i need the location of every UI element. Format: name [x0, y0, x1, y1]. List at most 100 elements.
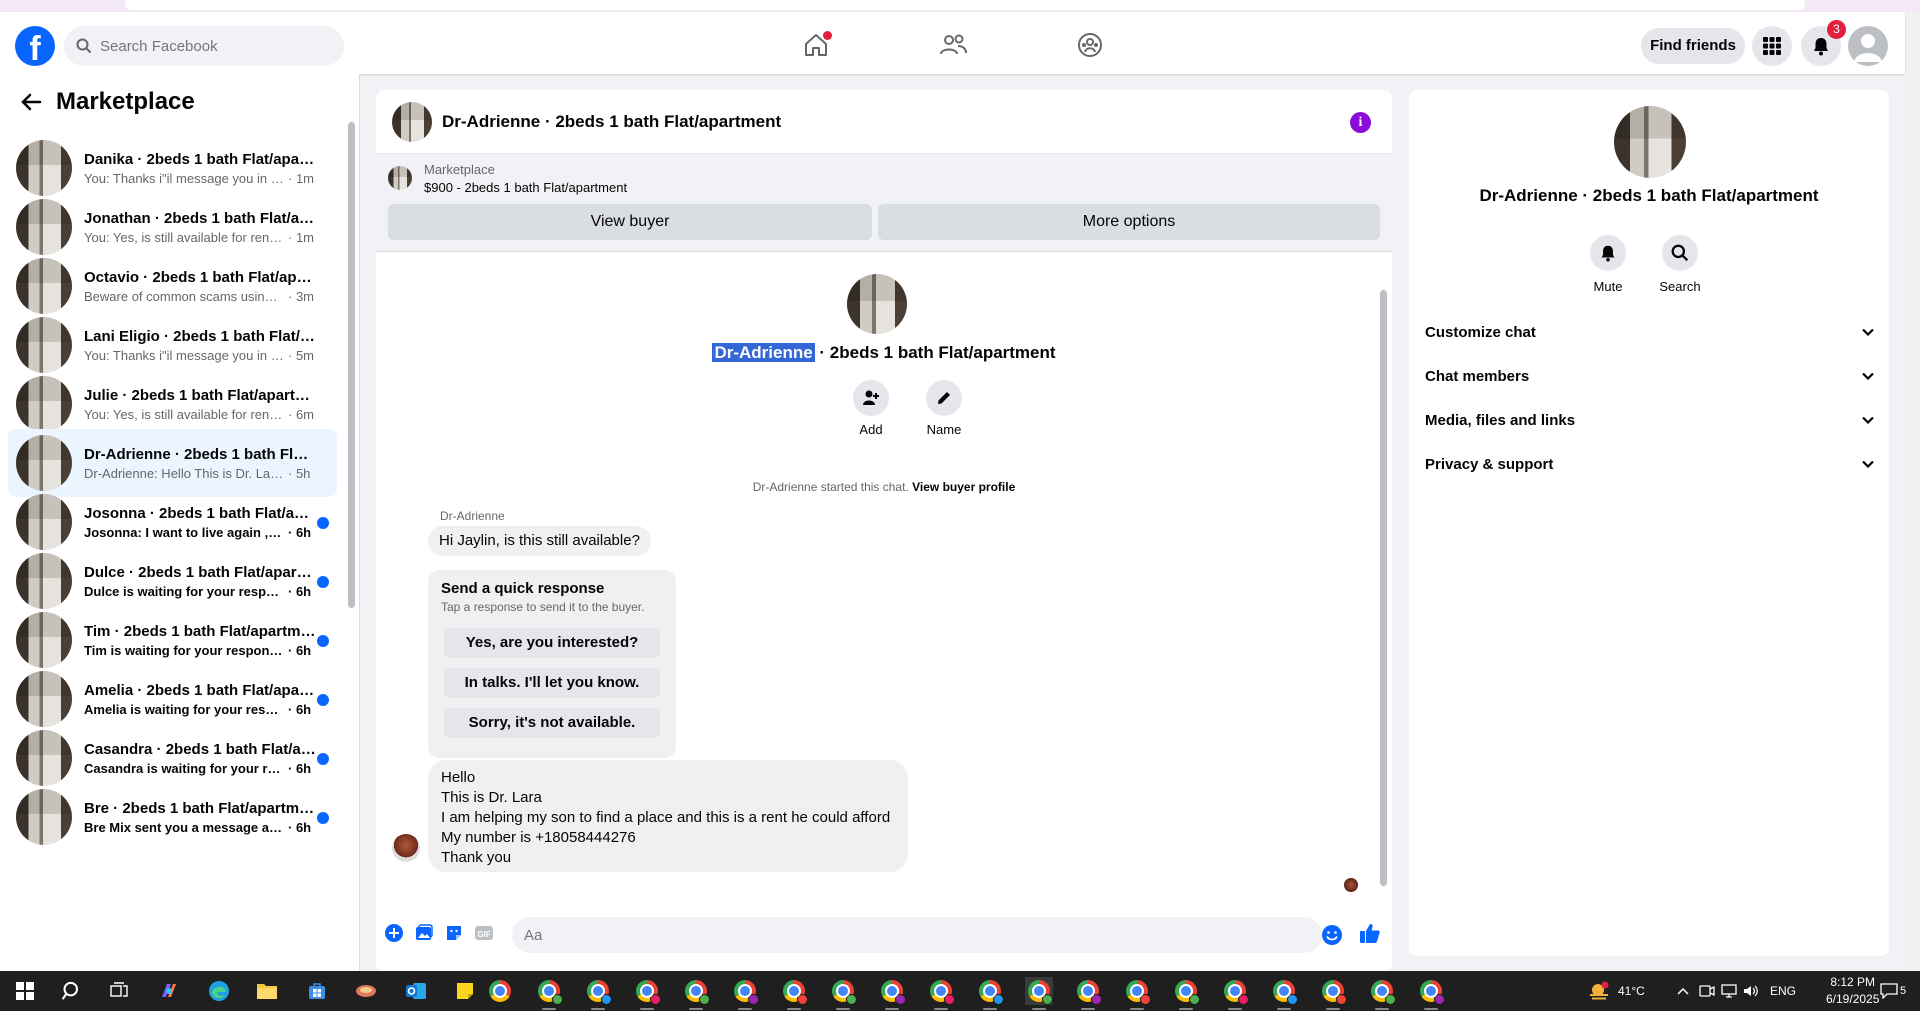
search-box[interactable]: [64, 26, 344, 66]
copilot-icon[interactable]: [155, 977, 183, 1005]
system-tray[interactable]: [1676, 971, 1759, 1011]
chrome-window-icon[interactable]: [780, 977, 808, 1005]
chrome-window-icon[interactable]: [535, 977, 563, 1005]
emoji-icon[interactable]: [1321, 924, 1343, 946]
message-bubble[interactable]: Hello This is Dr. Lara I am helping my s…: [428, 760, 908, 872]
sidebar-scrollbar[interactable]: [348, 122, 355, 608]
chat-thumbnail[interactable]: [392, 101, 432, 142]
mute-button[interactable]: Mute: [1573, 235, 1643, 294]
chrome-window-icon[interactable]: [731, 977, 759, 1005]
chrome-window-icon[interactable]: [1172, 977, 1200, 1005]
info-icon[interactable]: i: [1350, 112, 1371, 133]
back-arrow-icon[interactable]: [20, 91, 42, 113]
chrome-window-icon[interactable]: [829, 977, 857, 1005]
chrome-window-icon[interactable]: [682, 977, 710, 1005]
conversation-item[interactable]: Jonathan · 2beds 1 bath Flat/apartment Yo…: [8, 193, 337, 261]
outlook-icon[interactable]: [402, 977, 430, 1005]
file-explorer-icon[interactable]: [253, 977, 281, 1005]
search-input[interactable]: [100, 37, 320, 55]
search-in-chat-button[interactable]: Search: [1645, 235, 1715, 294]
conversation-item[interactable]: Danika · 2beds 1 bath Flat/apartment You:…: [8, 134, 337, 202]
weather-widget[interactable]: 41°C: [1588, 971, 1645, 1011]
conversation-time: · 6h: [288, 819, 312, 835]
chrome-window-icon[interactable]: [878, 977, 906, 1005]
view-buyer-button[interactable]: View buyer: [388, 204, 872, 240]
like-icon[interactable]: [1359, 922, 1381, 944]
address-bar[interactable]: [125, 0, 1805, 10]
taskbar-search-icon[interactable]: [58, 977, 86, 1005]
windows-start-icon[interactable]: [11, 977, 39, 1005]
microsoft-store-icon[interactable]: [303, 977, 331, 1005]
chrome-window-icon[interactable]: [1319, 977, 1347, 1005]
chrome-window-icon[interactable]: [1270, 977, 1298, 1005]
edge-icon[interactable]: [205, 977, 233, 1005]
chat-title[interactable]: Dr-Adrienne · 2beds 1 bath Flat/apartmen…: [442, 112, 781, 132]
conversation-item[interactable]: Tim · 2beds 1 bath Flat/apartment Tim is …: [8, 606, 337, 674]
seen-indicator-avatar: [1344, 878, 1358, 892]
open-window-indicator: [738, 1008, 752, 1010]
app-icon[interactable]: [352, 977, 380, 1005]
unread-dot: [317, 517, 329, 529]
chrome-window-icon[interactable]: [927, 977, 955, 1005]
conversation-item[interactable]: Bre · 2beds 1 bath Flat/apartment Bre Mix…: [8, 783, 337, 851]
friends-icon[interactable]: [938, 30, 968, 60]
task-view-icon[interactable]: [105, 977, 133, 1005]
page-scrollbar[interactable]: [1906, 12, 1920, 971]
chrome-window-icon[interactable]: [1417, 977, 1445, 1005]
message-input-box[interactable]: [512, 917, 1322, 953]
privacy-support-section[interactable]: Privacy & support: [1425, 446, 1875, 482]
conversation-time: · 6h: [288, 642, 312, 658]
conversation-item[interactable]: Amelia · 2beds 1 bath Flat/apartment Amel…: [8, 665, 337, 733]
name-chat-button[interactable]: Name: [914, 380, 974, 437]
open-window-indicator: [1228, 1008, 1242, 1010]
chrome-window-icon[interactable]: [1123, 977, 1151, 1005]
chrome-window-icon[interactable]: [1074, 977, 1102, 1005]
find-friends-button[interactable]: Find friends: [1641, 28, 1745, 64]
groups-icon[interactable]: [1075, 30, 1105, 60]
conversation-thumbnail: [16, 376, 72, 432]
message-input[interactable]: [524, 926, 1244, 944]
details-photo[interactable]: [1614, 106, 1686, 178]
conversation-item[interactable]: Casandra · 2beds 1 bath Flat/apartment Ca…: [8, 724, 337, 792]
chrome-window-icon[interactable]: [1025, 977, 1053, 1005]
taskbar-clock[interactable]: 8:12 PM 6/19/2025: [1826, 974, 1879, 1008]
conversation-item[interactable]: Lani Eligio · 2beds 1 bath Flat/apartmen…: [8, 311, 337, 379]
sender-avatar[interactable]: [392, 834, 420, 862]
conversation-item[interactable]: Josonna · 2beds 1 bath Flat/apartment Jos…: [8, 488, 337, 556]
input-language[interactable]: ENG: [1770, 971, 1796, 1011]
chrome-window-icon[interactable]: [584, 977, 612, 1005]
sticky-notes-icon[interactable]: [451, 977, 479, 1005]
quick-response-option[interactable]: Yes, are you interested?: [444, 628, 660, 658]
facebook-logo[interactable]: f: [15, 26, 55, 66]
conversation-time: · 1m: [288, 170, 314, 186]
notification-center[interactable]: 5: [1880, 971, 1906, 1011]
account-avatar[interactable]: [1848, 26, 1888, 66]
conversation-item[interactable]: Dulce · 2beds 1 bath Flat/apartment Dulce…: [8, 547, 337, 615]
chrome-window-icon[interactable]: [1368, 977, 1396, 1005]
conversation-item[interactable]: Julie · 2beds 1 bath Flat/apartment You: …: [8, 370, 337, 438]
chrome-window-icon[interactable]: [1221, 977, 1249, 1005]
open-window-indicator: [983, 1008, 997, 1010]
photo-icon[interactable]: [414, 923, 434, 943]
sticker-icon[interactable]: [444, 923, 464, 943]
conversation-preview: Dr-Adrienne: Hello This is Dr. Lara I am: [84, 465, 284, 481]
plus-icon[interactable]: [384, 923, 404, 943]
customize-chat-section[interactable]: Customize chat: [1425, 314, 1875, 350]
more-options-button[interactable]: More options: [878, 204, 1380, 240]
chat-members-section[interactable]: Chat members: [1425, 358, 1875, 394]
thread-scrollbar[interactable]: [1380, 290, 1387, 886]
quick-response-option[interactable]: Sorry, it's not available.: [444, 708, 660, 738]
conversation-item[interactable]: Dr-Adrienne · 2beds 1 bath Flat/apartmen…: [8, 429, 337, 497]
gif-icon[interactable]: GIF: [474, 923, 494, 943]
first-message-bubble[interactable]: Hi Jaylin, is this still available?: [428, 526, 651, 556]
view-buyer-profile-link[interactable]: View buyer profile: [912, 480, 1015, 494]
add-people-button[interactable]: Add: [841, 380, 901, 437]
listing-price[interactable]: $900 - 2beds 1 bath Flat/apartment: [424, 180, 627, 195]
media-files-links-section[interactable]: Media, files and links: [1425, 402, 1875, 438]
chrome-window-icon[interactable]: [976, 977, 1004, 1005]
menu-grid-button[interactable]: [1752, 26, 1792, 66]
quick-response-option[interactable]: In talks. I'll let you know.: [444, 668, 660, 698]
conversation-item[interactable]: Octavio · 2beds 1 bath Flat/apartment Bew…: [8, 252, 337, 320]
chrome-window-icon[interactable]: [633, 977, 661, 1005]
chrome-window-icon[interactable]: [486, 977, 514, 1005]
